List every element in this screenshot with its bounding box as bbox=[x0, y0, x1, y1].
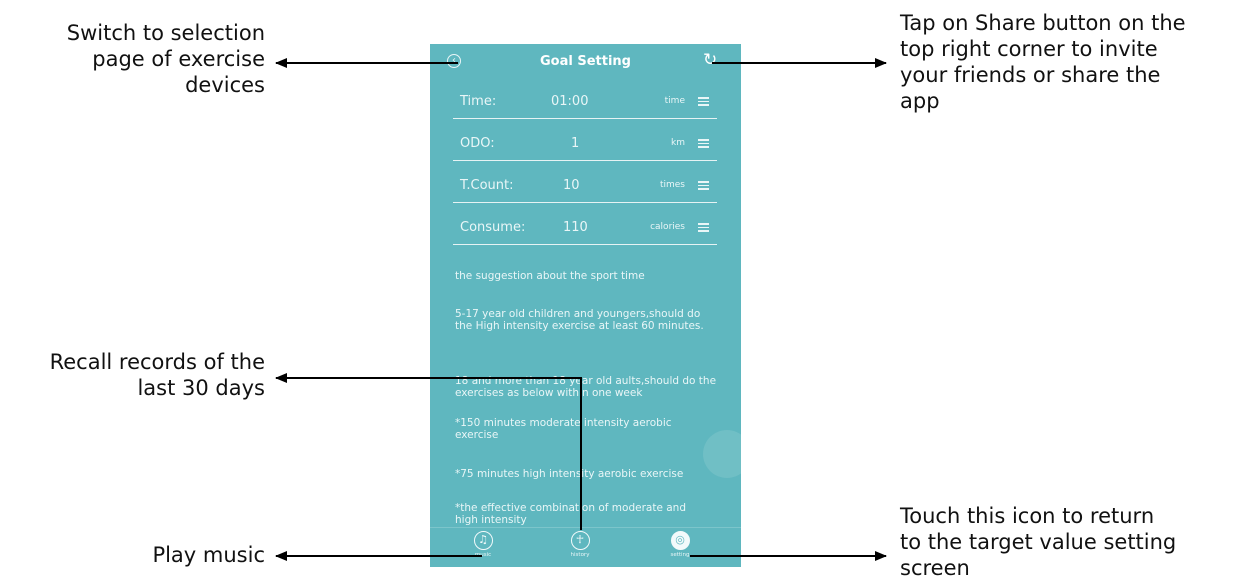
goal-row-tcount[interactable]: T.Count: 10 times bbox=[453, 168, 717, 203]
list-menu-icon[interactable] bbox=[698, 97, 709, 106]
page-title: Goal Setting bbox=[540, 54, 631, 69]
suggestion-paragraph: *75 minutes high intensity aerobic exerc… bbox=[455, 468, 684, 480]
annotation-line: last 30 days bbox=[137, 376, 265, 400]
list-menu-icon[interactable] bbox=[698, 223, 709, 232]
suggestion-paragraph: *150 minutes moderate intensity aerobic … bbox=[455, 417, 672, 441]
goal-row-value: 10 bbox=[563, 178, 580, 193]
annotation-line: Recall records of the bbox=[49, 350, 265, 374]
tab-label: setting bbox=[670, 552, 690, 558]
goal-row-value: 01:00 bbox=[551, 94, 589, 109]
suggestion-title: the suggestion about the sport time bbox=[455, 270, 645, 282]
music-note-icon: ♫ bbox=[473, 531, 493, 550]
annotation-music: Play music bbox=[60, 542, 265, 568]
tab-bar: ♫ music ☥ history ◎ setting bbox=[430, 527, 741, 567]
annotation-line: devices bbox=[185, 73, 265, 97]
tab-label: history bbox=[570, 552, 590, 558]
tab-label: music bbox=[474, 552, 492, 558]
goal-row-unit: time bbox=[664, 96, 685, 106]
annotation-line: to the target value setting bbox=[900, 530, 1177, 554]
goal-row-label: Time: bbox=[460, 94, 497, 109]
goal-row-odo[interactable]: ODO: 1 km bbox=[453, 126, 717, 161]
annotation-line: top right corner to invite bbox=[900, 37, 1158, 61]
goal-row-value: 110 bbox=[563, 220, 588, 235]
tab-music[interactable]: ♫ music bbox=[453, 531, 513, 558]
annotation-line: your friends or share the bbox=[900, 63, 1161, 87]
annotation-line: Switch to selection bbox=[66, 21, 265, 45]
goal-row-label: Consume: bbox=[460, 220, 526, 235]
list-menu-icon[interactable] bbox=[698, 181, 709, 190]
annotation-history: Recall records of the last 30 days bbox=[0, 349, 265, 401]
tab-setting[interactable]: ◎ setting bbox=[650, 531, 710, 558]
annotation-line: page of exercise bbox=[92, 47, 265, 71]
goal-row-unit: times bbox=[659, 180, 685, 190]
share-refresh-icon[interactable]: ↻ bbox=[703, 50, 717, 70]
goal-row-label: ODO: bbox=[460, 136, 495, 151]
annotation-line: Touch this icon to return bbox=[900, 504, 1155, 528]
settings-icon: ◎ bbox=[670, 531, 690, 550]
top-bar: ‹ Goal Setting ↻ bbox=[430, 44, 741, 80]
list-menu-icon[interactable] bbox=[698, 139, 709, 148]
annotation-line: app bbox=[900, 89, 940, 113]
tab-history[interactable]: ☥ history bbox=[550, 531, 610, 558]
goal-row-consume[interactable]: Consume: 110 calories bbox=[453, 210, 717, 245]
goal-row-label: T.Count: bbox=[460, 178, 514, 193]
goal-row-value: 1 bbox=[571, 136, 580, 151]
phone-screen: ‹ Goal Setting ↻ Time: 01:00 time ODO: 1… bbox=[430, 44, 741, 567]
goal-row-time[interactable]: Time: 01:00 time bbox=[453, 84, 717, 119]
annotation-line: screen bbox=[900, 556, 970, 580]
annotation-back: Switch to selection page of exercise dev… bbox=[20, 20, 265, 98]
suggestion-paragraph: *the effective combination of moderate a… bbox=[455, 502, 686, 526]
suggestion-paragraph: 5-17 year old children and youngers,shou… bbox=[455, 308, 704, 332]
runner-icon: ☥ bbox=[570, 531, 590, 550]
goal-row-unit: km bbox=[671, 138, 685, 148]
annotation-setting: Touch this icon to return to the target … bbox=[900, 503, 1250, 581]
annotation-line: Tap on Share button on the bbox=[900, 11, 1186, 35]
annotation-line: Play music bbox=[152, 543, 265, 567]
annotation-share: Tap on Share button on the top right cor… bbox=[900, 10, 1250, 114]
goal-row-unit: calories bbox=[650, 222, 685, 232]
suggestion-paragraph: 18 and more than 18 year old aults,shoul… bbox=[455, 375, 717, 399]
